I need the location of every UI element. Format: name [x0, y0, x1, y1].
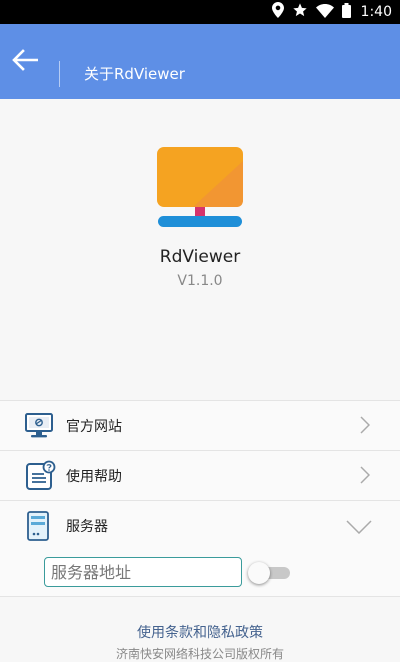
menu-item-help[interactable]: 使用帮助: [0, 451, 400, 501]
help-document-icon: [24, 460, 56, 492]
toggle-thumb: [248, 562, 270, 584]
server-toggle[interactable]: [248, 562, 292, 584]
status-time: 1:40: [360, 4, 392, 20]
terms-privacy-link[interactable]: 使用条款和隐私政策: [0, 622, 400, 642]
chevron-right-icon: [360, 416, 371, 438]
server-address-input[interactable]: [44, 557, 242, 587]
app-version: V1.1.0: [177, 273, 223, 289]
menu-item-website[interactable]: 官方网站: [0, 401, 400, 451]
arrow-left-icon: [12, 48, 39, 75]
copyright-text: 济南快安网络科技公司版权所有: [115, 647, 284, 661]
status-icons: 1:40: [271, 0, 392, 24]
website-monitor-icon: [24, 410, 56, 442]
app-bar-divider: [59, 61, 60, 87]
about-menu: 官方网站 使用帮助 服务器 服务器地址: [0, 400, 400, 597]
menu-item-server[interactable]: 服务器: [0, 501, 400, 550]
wifi-icon: [315, 3, 334, 22]
app-bar: 关于RdViewer: [0, 24, 400, 99]
back-button[interactable]: [0, 24, 50, 99]
menu-item-label: 使用帮助: [66, 469, 122, 485]
server-settings-panel: [0, 550, 400, 597]
app-logo: [157, 147, 243, 229]
battery-icon: [341, 2, 351, 22]
server-icon: [24, 510, 56, 542]
status-bar: 1:40: [0, 0, 400, 24]
star-icon: [292, 2, 308, 22]
location-icon: [271, 2, 284, 22]
menu-item-label: 服务器: [66, 519, 108, 535]
app-name: RdViewer: [159, 247, 241, 267]
menu-item-label: 官方网站: [66, 419, 122, 435]
chevron-down-icon: [346, 519, 372, 538]
page-title: 关于RdViewer: [84, 65, 185, 83]
chevron-right-icon: [360, 466, 371, 488]
